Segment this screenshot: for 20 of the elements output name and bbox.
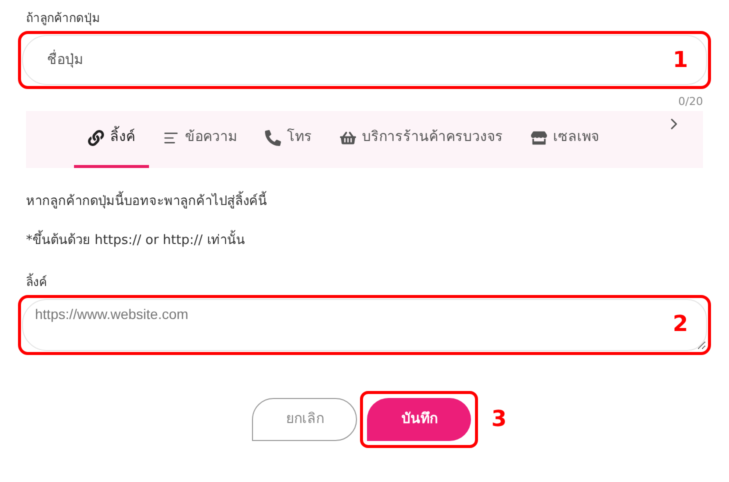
tab[interactable]: เซลเพจ: [517, 110, 613, 168]
callout-number: 1: [672, 47, 688, 75]
callout-number: 2: [672, 310, 688, 338]
basket-icon: [340, 130, 356, 146]
description-text: หากลูกค้ากดปุ่มนี้บอทจะพาลูกค้าไปสู่ลิ้งค์นี้: [26, 192, 703, 211]
store-icon: [531, 130, 547, 146]
field-label: ถ้าลูกค้ากดปุ่ม: [26, 10, 101, 26]
tab[interactable]: ลิ้งค์: [74, 110, 149, 168]
note-text: *ขึ้นต้นด้วย https:// or http:// เท่านั้น: [26, 231, 703, 250]
tab[interactable]: ข้อความ: [149, 110, 251, 168]
phone-icon: [265, 130, 281, 146]
text-lines-icon: [163, 130, 179, 146]
save-button[interactable]: บันทึก: [367, 398, 472, 440]
character-counter: 0/20: [678, 94, 703, 110]
link-icon: [88, 130, 104, 146]
field-label: ลิ้งค์: [26, 272, 48, 290]
tab[interactable]: โทร: [251, 110, 326, 168]
tab[interactable]: บริการร้านค้าครบวงจร: [326, 110, 517, 168]
callout-number: 3: [491, 406, 507, 434]
cancel-button[interactable]: ยกเลิก: [252, 398, 358, 440]
